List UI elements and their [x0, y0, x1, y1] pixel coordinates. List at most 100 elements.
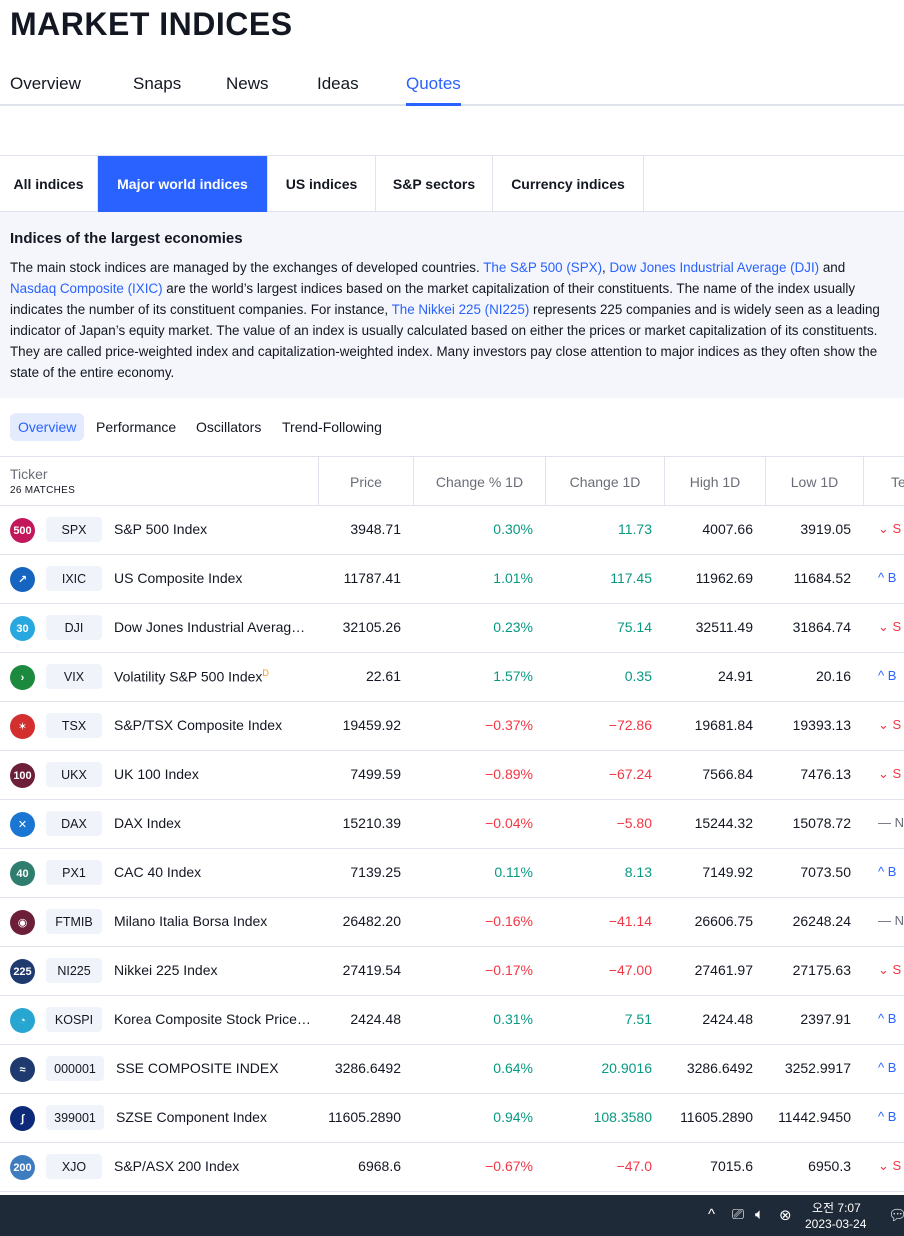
change-cell: 0.35	[624, 668, 652, 684]
table-row[interactable]: ✶ TSX S&P/TSX Composite Index 19459.92 −0.37…	[0, 702, 904, 751]
header-price[interactable]: Price	[318, 457, 413, 506]
change-pct-cell: −0.89%	[485, 766, 533, 782]
index-name-cell[interactable]: Dow Jones Industrial Averag…	[114, 619, 305, 635]
volume-icon[interactable]: 🔈︎	[755, 1206, 764, 1223]
tab-snaps[interactable]: Snaps	[133, 74, 181, 106]
network-icon[interactable]: ⎚	[732, 1206, 744, 1223]
index-name[interactable]: Milano Italia Borsa Index	[114, 913, 267, 929]
index-name[interactable]: SSE COMPOSITE INDEX	[116, 1060, 279, 1076]
index-name[interactable]: Volatility S&P 500 Index	[114, 669, 262, 685]
index-name-cell[interactable]: SZSE Component Index	[116, 1109, 267, 1125]
subtab-overview[interactable]: Overview	[10, 413, 85, 441]
tab-major-world-indices[interactable]: Major world indices	[98, 156, 268, 212]
index-name[interactable]: Nikkei 225 Index	[114, 962, 218, 978]
ticker-symbol[interactable]: NI225	[46, 958, 102, 983]
ticker-symbol[interactable]: 000001	[46, 1056, 104, 1081]
index-name[interactable]: SZSE Component Index	[116, 1109, 267, 1125]
ticker-symbol[interactable]: PX1	[46, 860, 102, 885]
table-row[interactable]: › VIX Volatility S&P 500 IndexD 22.61 1.57% 0…	[0, 653, 904, 702]
table-row[interactable]: 100 UKX UK 100 Index 7499.59 −0.89% −67.24 756…	[0, 751, 904, 800]
low-cell: 11684.52	[793, 570, 851, 586]
header-change-pct[interactable]: Change % 1D	[413, 457, 545, 506]
header-technical[interactable]: Te	[863, 457, 904, 506]
header-change[interactable]: Change 1D	[545, 457, 664, 506]
tab-news[interactable]: News	[226, 74, 269, 106]
ticker-symbol[interactable]: VIX	[46, 664, 102, 689]
index-name-cell[interactable]: CAC 40 Index	[114, 864, 201, 880]
ticker-symbol[interactable]: DJI	[46, 615, 102, 640]
tab-all-indices[interactable]: All indices	[0, 156, 98, 212]
high-cell: 3286.6492	[686, 1060, 753, 1076]
index-name-cell[interactable]: US Composite Index	[114, 570, 242, 586]
tab-us-indices[interactable]: US indices	[268, 156, 376, 212]
tray-chevron-up-icon[interactable]: ^	[708, 1206, 715, 1223]
index-name[interactable]: US Composite Index	[114, 570, 242, 586]
index-name[interactable]: CAC 40 Index	[114, 864, 201, 880]
clock-date[interactable]: 2023-03-24	[805, 1217, 866, 1231]
description-text-part: and	[819, 260, 846, 275]
table-row[interactable]: 40 PX1 CAC 40 Index 7139.25 0.11% 8.13 7149.92…	[0, 849, 904, 898]
index-name[interactable]: UK 100 Index	[114, 766, 199, 782]
header-low[interactable]: Low 1D	[765, 457, 863, 506]
index-name[interactable]: Dow Jones Industrial Averag…	[114, 619, 305, 635]
close-circle-icon[interactable]: ⊗	[779, 1206, 792, 1224]
link-spx[interactable]: The S&P 500 (SPX)	[483, 260, 602, 275]
link-ixic[interactable]: Nasdaq Composite (IXIC)	[10, 281, 163, 296]
technical-rating-label: B	[887, 1109, 897, 1124]
index-name[interactable]: Korea Composite Stock Price…	[114, 1011, 311, 1027]
subtab-performance[interactable]: Performance	[96, 413, 176, 441]
table-row[interactable]: ◔ KOSPI Korea Composite Stock Price… 2424.4…	[0, 996, 904, 1045]
tab-ideas[interactable]: Ideas	[317, 74, 359, 106]
link-ni225[interactable]: The Nikkei 225 (NI225)	[392, 302, 530, 317]
technical-rating: ^ B	[878, 1060, 896, 1075]
low-cell: 15078.72	[792, 815, 851, 831]
table-row[interactable]: 225 NI225 Nikkei 225 Index 27419.54 −0.17% −4…	[0, 947, 904, 996]
table-row[interactable]: 200 XJO S&P/ASX 200 Index 6968.6 −0.67% −47.0…	[0, 1143, 904, 1192]
index-name-cell[interactable]: UK 100 Index	[114, 766, 199, 782]
table-row[interactable]: 500 SPX S&P 500 Index 3948.71 0.30% 11.73 4007…	[0, 506, 904, 555]
index-name[interactable]: S&P/ASX 200 Index	[114, 1158, 239, 1174]
tab-sp-sectors[interactable]: S&P sectors	[376, 156, 493, 212]
subtab-trend-following[interactable]: Trend-Following	[282, 413, 382, 441]
index-name-cell[interactable]: S&P/ASX 200 Index	[114, 1158, 239, 1174]
change-cell: 11.73	[618, 521, 652, 537]
ticker-symbol[interactable]: UKX	[46, 762, 102, 787]
index-name-cell[interactable]: DAX Index	[114, 815, 181, 831]
header-high[interactable]: High 1D	[664, 457, 765, 506]
table-row[interactable]: ↗ IXIC US Composite Index 11787.41 1.01% 117.…	[0, 555, 904, 604]
ticker-symbol[interactable]: TSX	[46, 713, 102, 738]
ticker-symbol[interactable]: DAX	[46, 811, 102, 836]
index-name[interactable]: S&P 500 Index	[114, 521, 207, 537]
ticker-symbol[interactable]: SPX	[46, 517, 102, 542]
index-name-cell[interactable]: Volatility S&P 500 IndexD	[114, 668, 269, 685]
index-name-cell[interactable]: S&P/TSX Composite Index	[114, 717, 282, 733]
index-name-cell[interactable]: S&P 500 Index	[114, 521, 207, 537]
table-row[interactable]: ∫ 399001 SZSE Component Index 11605.2890 0.9…	[0, 1094, 904, 1143]
index-name-cell[interactable]: Milano Italia Borsa Index	[114, 913, 267, 929]
table-row[interactable]: ◉ FTMIB Milano Italia Borsa Index 26482.20 −…	[0, 898, 904, 947]
table-row[interactable]: 30 DJI Dow Jones Industrial Averag… 32105.2…	[0, 604, 904, 653]
index-name-cell[interactable]: SSE COMPOSITE INDEX	[116, 1060, 279, 1076]
ticker-symbol[interactable]: FTMIB	[46, 909, 102, 934]
clock-time[interactable]: 오전 7:07	[812, 1199, 861, 1216]
tab-overview[interactable]: Overview	[10, 74, 81, 106]
chevron-up-icon: ^	[878, 1011, 885, 1026]
tab-currency-indices[interactable]: Currency indices	[493, 156, 644, 212]
ticker-symbol[interactable]: KOSPI	[46, 1007, 102, 1032]
table-row[interactable]: ✕ DAX DAX Index 15210.39 −0.04% −5.80 15244.32…	[0, 800, 904, 849]
table-row[interactable]: ≈000001 SSE COMPOSITE INDEX 3286.6492 0.64%…	[0, 1045, 904, 1094]
index-name-cell[interactable]: Nikkei 225 Index	[114, 962, 218, 978]
ticker-symbol[interactable]: XJO	[46, 1154, 102, 1179]
link-dji[interactable]: Dow Jones Industrial Average (DJI)	[609, 260, 819, 275]
index-name[interactable]: DAX Index	[114, 815, 181, 831]
index-name-cell[interactable]: Korea Composite Stock Price…	[114, 1011, 311, 1027]
notification-icon[interactable]: 💬︎	[888, 1206, 904, 1224]
tab-quotes[interactable]: Quotes	[406, 74, 461, 106]
ticker-symbol[interactable]: IXIC	[46, 566, 102, 591]
technical-rating: — N	[878, 913, 904, 928]
ticker-symbol[interactable]: 399001	[46, 1105, 104, 1130]
subtab-oscillators[interactable]: Oscillators	[196, 413, 261, 441]
change-cell: 75.14	[616, 619, 652, 635]
index-name[interactable]: S&P/TSX Composite Index	[114, 717, 282, 733]
header-ticker[interactable]: Ticker	[10, 466, 48, 482]
